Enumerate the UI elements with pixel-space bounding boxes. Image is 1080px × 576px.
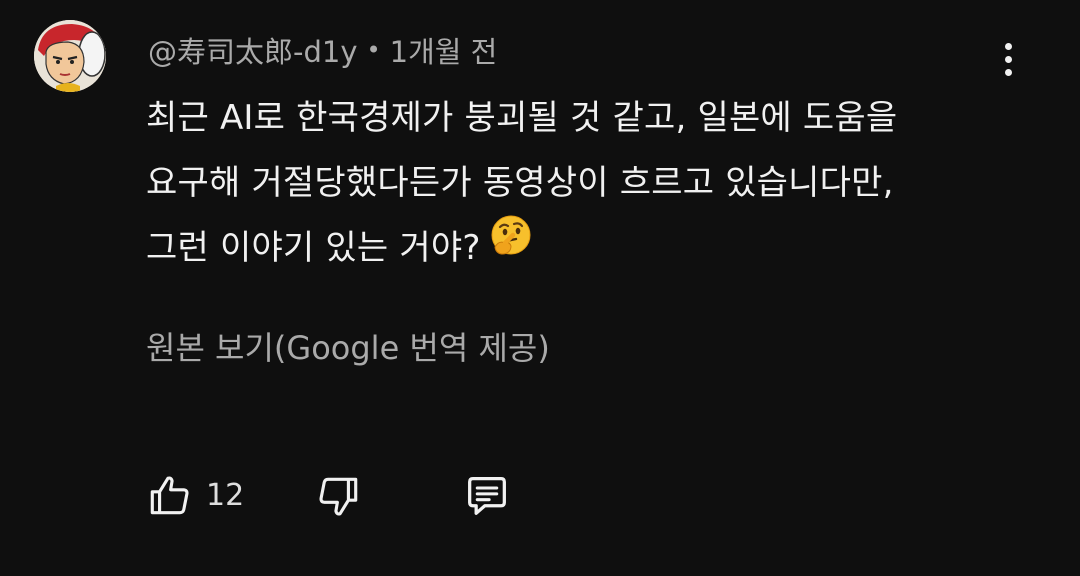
comment-item: @寿司太郎-d1y • 1개월 전 최근 AI로 한국경제가 붕괴될 것 같고,…	[0, 0, 1080, 576]
dislike-button[interactable]	[306, 468, 370, 524]
separator-dot: •	[366, 36, 381, 64]
comment-text-line: 요구해 거절당했다든가 동영상이 흐르고 있습니다만,	[146, 163, 894, 203]
comment-text-line: 최근 AI로 한국경제가 붕괴될 것 같고, 일본에 도움을	[146, 98, 898, 138]
comment-text-line-last: 그런 이야기 있는 거야?	[146, 213, 1046, 281]
more-options-button[interactable]	[988, 36, 1028, 82]
reply-button[interactable]	[455, 468, 519, 524]
comment-time[interactable]: 1개월 전	[390, 29, 498, 71]
comment-text: 최근 AI로 한국경제가 붕괴될 것 같고, 일본에 도움을 요구해 거절당했다…	[146, 86, 1046, 281]
reply-comment-icon	[468, 477, 506, 515]
comment-header: @寿司太郎-d1y • 1개월 전	[148, 28, 497, 72]
comment-text-line: 그런 이야기 있는 거야?	[146, 228, 481, 268]
like-button[interactable]	[140, 468, 200, 524]
thumbs-down-icon	[319, 477, 358, 516]
thinking-face-icon	[489, 213, 533, 279]
comment-actions: 12	[0, 460, 1080, 530]
avatar[interactable]	[34, 20, 106, 92]
vertical-ellipsis-icon	[1004, 42, 1012, 76]
thumbs-up-icon	[150, 476, 189, 515]
avatar-image	[34, 20, 106, 92]
view-original-link[interactable]: 원본 보기(Google 번역 제공)	[146, 323, 550, 369]
author-name[interactable]: @寿司太郎-d1y	[148, 29, 358, 71]
like-count: 12	[206, 478, 245, 513]
